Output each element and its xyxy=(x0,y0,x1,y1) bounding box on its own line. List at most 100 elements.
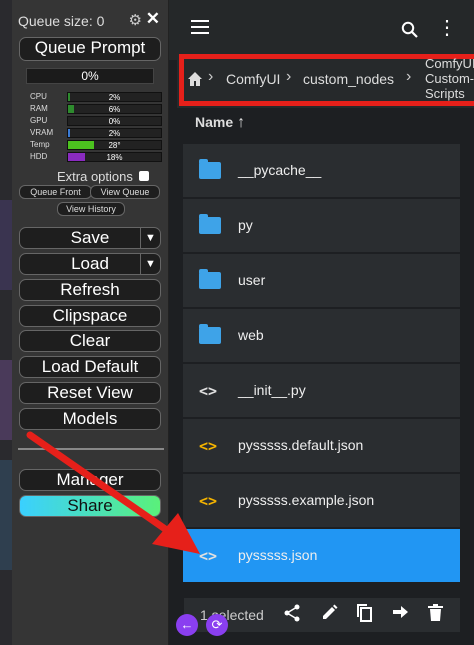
save-button[interactable]: Save ▼ xyxy=(19,227,161,249)
breadcrumb: › ComfyUI › custom_nodes › ComfyUI- Cust… xyxy=(177,54,474,108)
sort-by-name-header[interactable]: Name ↑ xyxy=(195,114,245,132)
resource-monitor: CPU 2% RAM 6% GPU 0% VRAM 2% Temp 28° HDD 18% xyxy=(30,91,166,163)
folder-icon xyxy=(199,214,223,235)
close-icon[interactable]: ✕ xyxy=(146,9,160,29)
breadcrumb-line: ComfyUI- xyxy=(425,56,474,71)
stat-row-hdd: HDD 18% xyxy=(30,151,166,163)
share-icon[interactable] xyxy=(284,604,300,627)
folder-icon xyxy=(199,269,223,290)
menu-divider xyxy=(18,448,164,450)
arrow-up-icon: ↑ xyxy=(237,114,246,131)
hamburger-menu-icon[interactable] xyxy=(191,20,209,38)
breadcrumb-item-current[interactable]: ComfyUI- Custom- Scripts xyxy=(425,56,474,101)
file-name: user xyxy=(238,272,266,288)
stat-value: 2% xyxy=(108,93,121,102)
folder-icon xyxy=(199,159,223,180)
code-file-icon: <> xyxy=(199,437,218,455)
file-row[interactable]: web xyxy=(183,309,460,363)
home-icon[interactable] xyxy=(187,71,203,87)
file-browser: ⋮ › ComfyUI › custom_nodes › ComfyUI- Cu… xyxy=(169,0,474,645)
stat-row-cpu: CPU 2% xyxy=(30,91,166,103)
load-default-button[interactable]: Load Default xyxy=(19,356,161,378)
stat-bar: 6% xyxy=(67,104,162,114)
column-header-label: Name xyxy=(195,114,234,130)
queue-size-label: Queue size: 0 xyxy=(18,13,105,29)
file-name: pysssss.example.json xyxy=(238,492,375,508)
stat-label: RAM xyxy=(30,104,48,113)
stat-value: 28° xyxy=(108,141,121,150)
stat-bar: 0% xyxy=(67,116,162,126)
gear-icon[interactable]: ⚙ xyxy=(129,11,142,29)
chevron-right-icon: › xyxy=(286,68,292,85)
file-row[interactable]: __pycache__ xyxy=(183,144,460,198)
copy-icon[interactable] xyxy=(356,604,373,627)
load-button[interactable]: Load ▼ xyxy=(19,253,161,275)
file-name: py xyxy=(238,217,253,233)
manager-button[interactable]: Manager xyxy=(19,469,161,491)
file-name: __pycache__ xyxy=(238,162,322,178)
stat-label: Temp xyxy=(30,140,50,149)
delete-icon[interactable] xyxy=(428,604,443,626)
search-icon[interactable] xyxy=(401,21,418,43)
file-row[interactable]: <> pysssss.example.json xyxy=(183,474,460,528)
stat-value: 18% xyxy=(106,153,123,162)
extra-options-toggle[interactable]: Extra options xyxy=(57,169,149,184)
file-list: __pycache__ py user web <> __init__.py <> pysss… xyxy=(183,144,460,584)
breadcrumb-line: Custom- xyxy=(425,71,474,86)
stat-row-ram: RAM 6% xyxy=(30,103,166,115)
models-button[interactable]: Models xyxy=(19,408,161,430)
file-row[interactable]: py xyxy=(183,199,460,253)
file-name: pysssss.json xyxy=(238,547,318,563)
file-browser-toolbar: ⋮ xyxy=(169,0,474,60)
breadcrumb-item-custom-nodes[interactable]: custom_nodes xyxy=(303,71,394,87)
clear-button[interactable]: Clear xyxy=(19,330,161,352)
stat-value: 0% xyxy=(108,117,121,126)
stat-value: 2% xyxy=(108,129,121,138)
more-options-icon[interactable]: ⋮ xyxy=(437,18,457,38)
queue-prompt-button[interactable]: Queue Prompt xyxy=(19,37,161,61)
workflow-canvas-edge[interactable] xyxy=(0,0,12,645)
folder-icon xyxy=(199,324,223,345)
extra-options-checkbox[interactable] xyxy=(138,171,149,181)
stat-bar: 28° xyxy=(67,140,162,150)
stat-row-gpu: GPU 0% xyxy=(30,115,166,127)
view-queue-button[interactable]: View Queue xyxy=(90,185,160,199)
breadcrumb-item-comfyui[interactable]: ComfyUI xyxy=(226,71,280,87)
load-dropdown-icon[interactable]: ▼ xyxy=(140,254,160,274)
move-arrow-icon[interactable] xyxy=(392,604,409,625)
view-history-button[interactable]: View History xyxy=(57,202,125,216)
back-arrow-icon[interactable]: ← xyxy=(176,614,198,636)
canvas-node-fragment xyxy=(0,460,12,570)
stat-label: HDD xyxy=(30,152,48,161)
refresh-icon[interactable]: ⟳ xyxy=(206,614,228,636)
reset-view-button[interactable]: Reset View xyxy=(19,382,161,404)
comfy-menu-panel: Queue size: 0 ⚙ ✕ Queue Prompt 0% CPU 2% R… xyxy=(12,0,169,645)
chevron-right-icon: › xyxy=(406,68,412,85)
breadcrumb-line: Scripts xyxy=(425,86,465,101)
edit-icon[interactable] xyxy=(321,604,338,626)
menu-header: Queue size: 0 ⚙ ✕ xyxy=(18,9,164,30)
file-row[interactable]: <> pysssss.default.json xyxy=(183,419,460,473)
queue-front-button[interactable]: Queue Front xyxy=(19,185,92,199)
progress-bar: 0% xyxy=(26,68,154,84)
stat-value: 6% xyxy=(108,105,121,114)
file-row[interactable]: <> pysssss.json xyxy=(183,529,460,583)
stat-bar: 18% xyxy=(67,152,162,162)
file-row[interactable]: <> __init__.py xyxy=(183,364,460,418)
code-file-icon: <> xyxy=(199,382,218,400)
refresh-button[interactable]: Refresh xyxy=(19,279,161,301)
stat-label: CPU xyxy=(30,92,47,101)
share-button[interactable]: Share xyxy=(19,495,161,517)
file-name: __init__.py xyxy=(238,382,306,398)
extra-options-label: Extra options xyxy=(57,169,133,184)
clipspace-button[interactable]: Clipspace xyxy=(19,305,161,327)
file-name: web xyxy=(238,327,264,343)
file-row[interactable]: user xyxy=(183,254,460,308)
stat-bar: 2% xyxy=(67,128,162,138)
load-label: Load xyxy=(71,254,109,273)
stat-row-vram: VRAM 2% xyxy=(30,127,166,139)
stat-label: GPU xyxy=(30,116,48,125)
save-label: Save xyxy=(70,228,110,247)
save-dropdown-icon[interactable]: ▼ xyxy=(140,228,160,248)
code-file-icon: <> xyxy=(199,547,218,565)
